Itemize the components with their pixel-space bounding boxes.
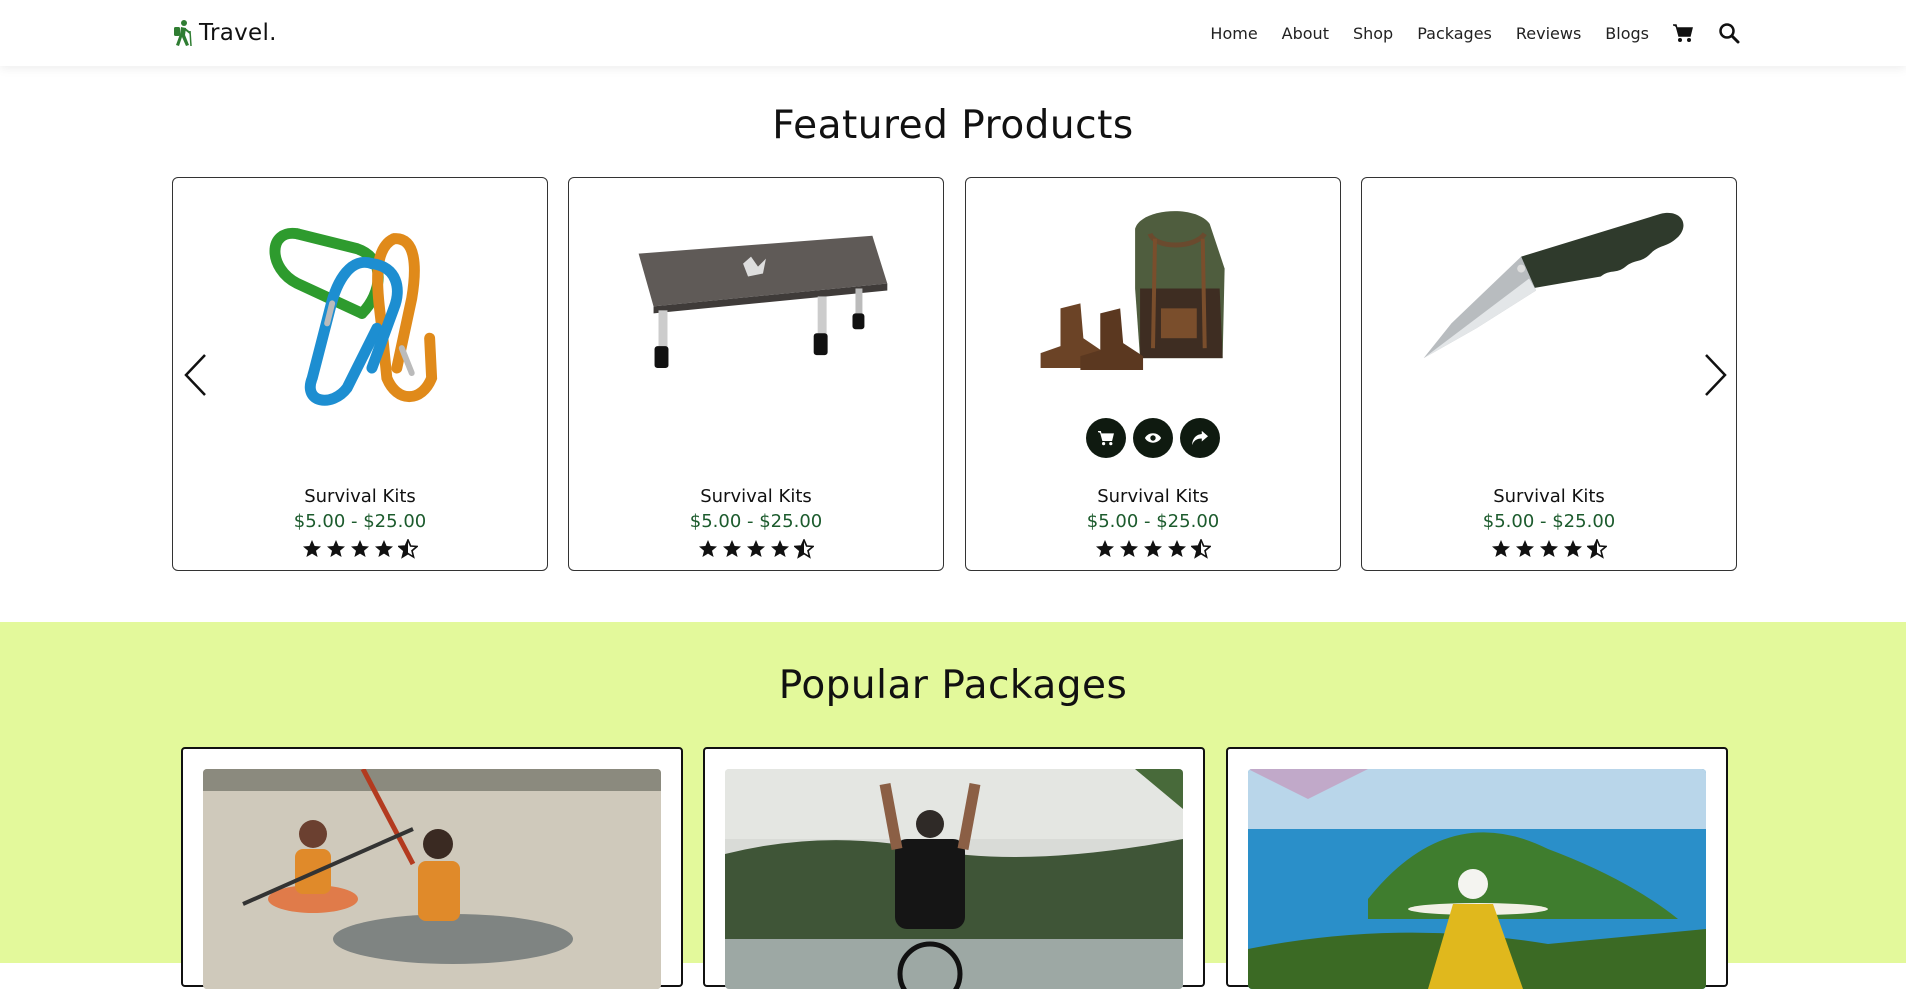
- site-logo[interactable]: Travel.: [171, 16, 277, 50]
- logo-text: Travel.: [199, 20, 277, 46]
- site-header: Travel. Home About Shop Packages Reviews…: [0, 0, 1906, 66]
- star-icon: [1120, 540, 1138, 557]
- star-icon: [375, 540, 393, 557]
- product-rating: [173, 539, 547, 559]
- product-name: Survival Kits: [304, 486, 416, 507]
- star-half-icon: [794, 539, 814, 559]
- star-icon: [1144, 540, 1162, 557]
- star-icon: [771, 540, 789, 557]
- cart-icon[interactable]: [1086, 418, 1126, 458]
- product-rating: [569, 539, 943, 559]
- star-icon: [1096, 540, 1114, 557]
- product-card[interactable]: Survival Kits $5.00 - $25.00: [568, 177, 944, 571]
- product-price: $5.00 - $25.00: [689, 511, 823, 532]
- star-icon: [1168, 540, 1186, 557]
- star-icon: [1540, 540, 1558, 557]
- star-icon: [1564, 540, 1582, 557]
- package-card[interactable]: [703, 747, 1205, 989]
- product-actions: [966, 418, 1340, 458]
- prev-arrow-icon[interactable]: [181, 352, 211, 398]
- package-image-island-view: [1248, 769, 1706, 989]
- product-card[interactable]: Survival Kits $5.00 - $25.00: [172, 177, 548, 571]
- star-icon: [723, 540, 741, 557]
- share-icon[interactable]: [1180, 418, 1220, 458]
- product-name: Survival Kits: [1097, 486, 1209, 507]
- star-icon: [699, 540, 717, 557]
- nav-blogs[interactable]: Blogs: [1605, 24, 1649, 43]
- main-nav: Home About Shop Packages Reviews Blogs: [1186, 18, 1741, 48]
- star-icon: [1492, 540, 1510, 557]
- product-rating: [1362, 539, 1736, 559]
- star-icon: [747, 540, 765, 557]
- star-icon: [351, 540, 369, 557]
- product-price: $5.00 - $25.00: [1086, 511, 1220, 532]
- featured-title: Featured Products: [772, 103, 1134, 148]
- star-half-icon: [1587, 539, 1607, 559]
- star-half-icon: [398, 539, 418, 559]
- cart-icon[interactable]: [1671, 21, 1695, 45]
- package-image-cycling: [725, 769, 1183, 989]
- star-icon: [303, 540, 321, 557]
- package-card[interactable]: [1226, 747, 1728, 989]
- search-icon[interactable]: [1717, 21, 1741, 45]
- star-icon: [327, 540, 345, 557]
- nav-about[interactable]: About: [1282, 24, 1329, 43]
- product-name: Survival Kits: [1493, 486, 1605, 507]
- package-image-kayaking: [203, 769, 661, 989]
- eye-icon[interactable]: [1133, 418, 1173, 458]
- next-arrow-icon[interactable]: [1700, 352, 1730, 398]
- product-card[interactable]: Survival Kits $5.00 - $25.00: [1361, 177, 1737, 571]
- product-card[interactable]: Survival Kits $5.00 - $25.00: [965, 177, 1341, 571]
- nav-home[interactable]: Home: [1210, 24, 1257, 43]
- nav-packages[interactable]: Packages: [1417, 24, 1492, 43]
- star-half-icon: [1191, 539, 1211, 559]
- star-icon: [1516, 540, 1534, 557]
- product-name: Survival Kits: [700, 486, 812, 507]
- package-card[interactable]: [181, 747, 683, 989]
- nav-shop[interactable]: Shop: [1353, 24, 1393, 43]
- product-price: $5.00 - $25.00: [293, 511, 427, 532]
- product-price: $5.00 - $25.00: [1482, 511, 1616, 532]
- packages-title: Popular Packages: [778, 663, 1128, 708]
- hiker-icon: [174, 20, 192, 47]
- product-rating: [966, 539, 1340, 559]
- nav-reviews[interactable]: Reviews: [1516, 24, 1581, 43]
